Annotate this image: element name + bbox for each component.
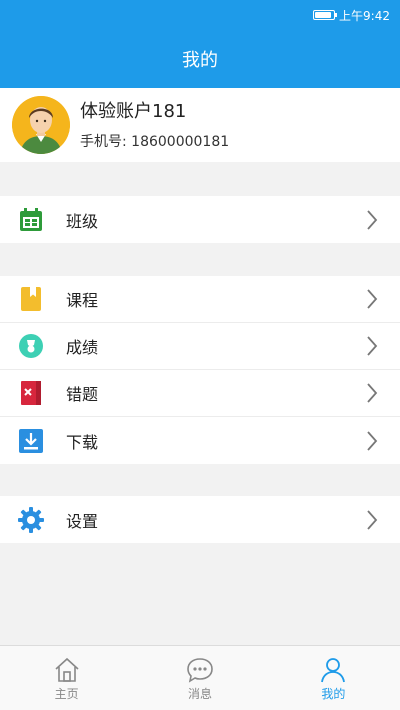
profile-phone: 手机号: 18600000181 (80, 134, 230, 150)
menu-item-label: 班级 (66, 211, 99, 231)
download-icon (19, 428, 43, 453)
chevron-right-icon (367, 383, 378, 403)
avatar[interactable] (12, 96, 70, 154)
profile-icon (321, 657, 346, 682)
menu-item-download[interactable]: 下载 (0, 417, 400, 464)
menu-group-settings: 设置 (0, 496, 400, 543)
menu-group-class: 班级 (0, 196, 400, 243)
wrong-question-icon (21, 381, 41, 405)
tab-label: 我的 (321, 686, 346, 701)
tab-home[interactable]: 主页 (0, 646, 133, 710)
menu-item-label: 下载 (66, 432, 99, 452)
menu-item-wrong-questions[interactable]: 错题 (0, 370, 400, 417)
tab-messages[interactable]: 消息 (133, 646, 266, 710)
class-calendar-icon (20, 207, 42, 231)
person-avatar-icon (12, 96, 70, 154)
tab-label: 消息 (187, 686, 212, 701)
chevron-right-icon (367, 336, 378, 356)
profile-name: 体验账户181 (80, 101, 187, 122)
tab-profile[interactable]: 我的 (267, 646, 400, 710)
settings-gear-icon (18, 506, 44, 533)
message-icon (187, 657, 213, 683)
home-icon (55, 657, 79, 682)
menu-item-label: 课程 (66, 291, 99, 310)
menu-item-course[interactable]: 课程 (0, 276, 400, 323)
status-bar: 上午9:42 (0, 0, 400, 30)
battery-icon (313, 10, 338, 20)
grade-medal-icon (19, 334, 43, 358)
menu-item-label: 成绩 (66, 338, 99, 357)
tab-label: 主页 (54, 686, 79, 701)
chevron-right-icon (367, 509, 378, 530)
menu-item-label: 设置 (66, 511, 99, 531)
profile-card[interactable]: 体验账户181 手机号: 18600000181 (0, 88, 400, 162)
status-time: 上午9:42 (339, 8, 390, 23)
chevron-right-icon (367, 430, 378, 451)
menu-item-class[interactable]: 班级 (0, 196, 400, 243)
chevron-right-icon (367, 289, 378, 309)
title-bar: 我的 (0, 30, 400, 88)
bottom-tab-bar: 主页 消息 我的 (0, 645, 400, 710)
chevron-right-icon (367, 209, 378, 230)
menu-group-study: 课程 成绩 错题 下载 (0, 276, 400, 464)
menu-item-grades[interactable]: 成绩 (0, 323, 400, 370)
page-title: 我的 (182, 50, 218, 71)
menu-item-settings[interactable]: 设置 (0, 496, 400, 543)
course-book-icon (21, 287, 41, 311)
menu-item-label: 错题 (66, 385, 99, 404)
